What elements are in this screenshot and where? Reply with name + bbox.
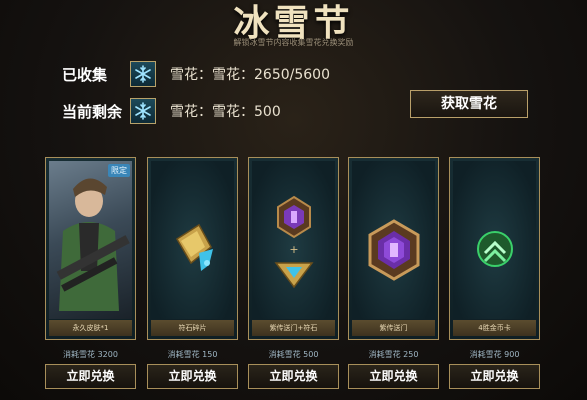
reward-card-rune-shard[interactable]: 符石碎片	[147, 157, 238, 340]
page-subtitle: 解锁冰雪节内容收集雪花兑换奖励	[233, 38, 354, 47]
reward-name: 永久皮肤*1	[49, 320, 132, 336]
reward-cost: 消耗雪花 150	[167, 350, 218, 359]
reward-card-gold-card[interactable]: 4胜金币卡	[449, 157, 540, 340]
reward-card-skin[interactable]: 限定 永久皮肤*1	[45, 157, 136, 340]
remaining-label: 当前剩余	[62, 102, 123, 121]
hero-skin-art: 限定	[49, 161, 132, 319]
gold-card-icon	[453, 161, 536, 319]
collected-value: 雪花：雪花：2650/5600	[170, 67, 330, 83]
redeem-button[interactable]: 立即兑换	[248, 364, 339, 389]
remaining-row: 当前剩余 雪花：雪花：500	[62, 97, 281, 125]
reward-name: 紫传送门+符石	[252, 320, 335, 336]
redeem-button[interactable]: 立即兑换	[147, 364, 238, 389]
reward-cost: 消耗雪花 900	[469, 350, 520, 359]
purple-portal-rune-icon: +	[252, 161, 335, 319]
reward-card-portal-rune[interactable]: + 紫传送门+符石	[248, 157, 339, 340]
purple-portal-icon	[352, 161, 435, 319]
snowflake-icon	[130, 98, 156, 124]
reward-cost: 消耗雪花 3200	[63, 350, 118, 359]
reward-cost: 消耗雪花 500	[268, 350, 319, 359]
reward-cost: 消耗雪花 250	[368, 350, 419, 359]
rune-shard-icon	[151, 161, 234, 319]
svg-text:+: +	[289, 243, 298, 256]
reward-card-portal[interactable]: 紫传送门	[348, 157, 439, 340]
redeem-button[interactable]: 立即兑换	[348, 364, 439, 389]
collected-row: 已收集 雪花：雪花：2650/5600	[62, 60, 330, 88]
snowflake-icon	[130, 61, 156, 87]
redeem-button[interactable]: 立即兑换	[449, 364, 540, 389]
remaining-value: 雪花：雪花：500	[170, 104, 281, 120]
reward-name: 紫传送门	[352, 320, 435, 336]
get-snowflakes-button[interactable]: 获取雪花	[410, 90, 528, 118]
reward-name: 4胜金币卡	[453, 320, 536, 336]
limited-badge: 限定	[108, 164, 130, 177]
collected-label: 已收集	[62, 65, 108, 84]
reward-name: 符石碎片	[151, 320, 234, 336]
redeem-button[interactable]: 立即兑换	[45, 364, 136, 389]
